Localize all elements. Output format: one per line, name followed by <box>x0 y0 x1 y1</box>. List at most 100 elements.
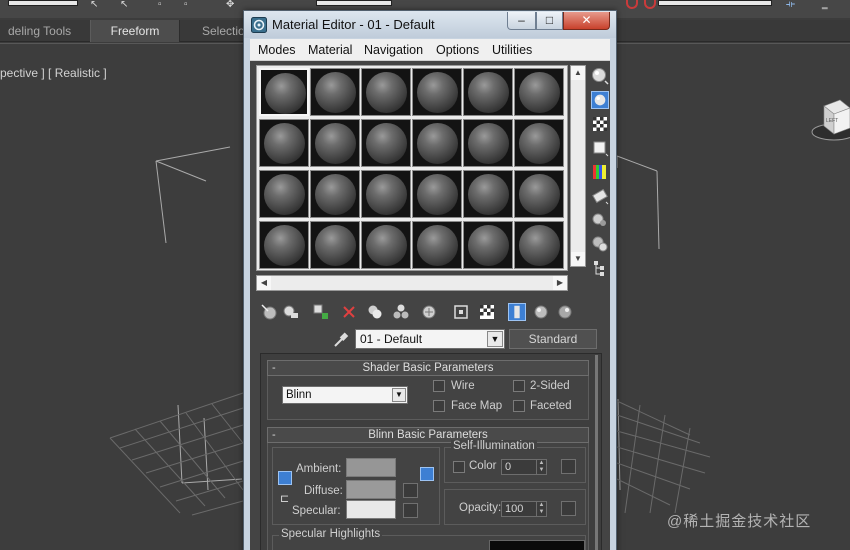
video-color-check-icon[interactable] <box>591 163 609 181</box>
get-material-icon[interactable] <box>260 303 278 321</box>
menu-options[interactable]: Options <box>434 39 481 61</box>
sample-slot[interactable] <box>361 221 411 269</box>
opacity-spinner[interactable]: 100 ▲ ▼ <box>501 501 547 517</box>
show-shaded-material-in-viewport-icon[interactable] <box>478 303 496 321</box>
put-material-to-scene-icon[interactable] <box>282 303 300 321</box>
3dsmax-app-icon[interactable] <box>251 17 267 33</box>
self-illumination-map-button[interactable] <box>561 459 576 474</box>
menu-utilities[interactable]: Utilities <box>490 39 534 61</box>
scroll-up-arrow-icon[interactable]: ▲ <box>571 66 585 80</box>
self-illumination-spinner[interactable]: 0 ▲ ▼ <box>501 459 547 475</box>
material-type-button[interactable]: Standard <box>509 329 597 349</box>
select-cursor-icon[interactable]: ↖ <box>90 0 102 10</box>
put-to-library-icon[interactable] <box>420 303 438 321</box>
select-by-material-icon[interactable] <box>591 235 609 253</box>
sample-slot[interactable] <box>310 68 360 116</box>
make-unique-icon[interactable] <box>392 303 410 321</box>
menu-modes[interactable]: Modes <box>256 39 298 61</box>
opacity-map-button[interactable] <box>561 501 576 516</box>
lock-ambient-diffuse-icon[interactable] <box>278 471 292 485</box>
background-checker-icon[interactable] <box>591 115 609 133</box>
make-preview-icon[interactable] <box>591 187 609 205</box>
tab-modeling-tools[interactable]: deling Tools <box>0 20 81 42</box>
assign-material-to-selection-icon[interactable] <box>312 303 330 321</box>
shader-type-dropdown[interactable]: Blinn ▼ <box>282 386 408 404</box>
wire-checkbox[interactable] <box>433 380 445 392</box>
sample-slot[interactable] <box>514 170 564 218</box>
sample-slot[interactable] <box>514 119 564 167</box>
sample-slot[interactable] <box>361 119 411 167</box>
minimize-button[interactable]: – <box>507 12 536 30</box>
go-to-parent-icon[interactable] <box>532 303 550 321</box>
options-icon[interactable] <box>591 211 609 229</box>
reset-map-icon[interactable] <box>340 303 358 321</box>
chevron-down-icon[interactable]: ▼ <box>487 331 503 347</box>
region-select-icon[interactable]: ▫ <box>158 0 170 10</box>
scroll-right-arrow-icon[interactable]: ▶ <box>553 276 567 290</box>
sample-slot[interactable] <box>412 68 462 116</box>
spinner-arrows-icon[interactable]: ▲ ▼ <box>536 502 546 516</box>
reference-coordinate-field[interactable] <box>316 0 392 6</box>
sample-uv-tiling-icon[interactable] <box>591 139 609 157</box>
sample-slot[interactable] <box>310 170 360 218</box>
angle-snap-icon[interactable] <box>644 0 656 9</box>
material-map-navigator-icon[interactable] <box>591 259 609 277</box>
vertical-scrollbar[interactable]: ▲ ▼ <box>570 65 586 267</box>
collapse-icon[interactable]: - <box>272 428 276 442</box>
scroll-left-arrow-icon[interactable]: ◀ <box>257 276 271 290</box>
snap-icon[interactable] <box>626 0 638 9</box>
selection-set-field[interactable] <box>8 0 78 6</box>
eyedropper-icon[interactable] <box>332 331 350 349</box>
shader-rollout-header[interactable]: - Shader Basic Parameters <box>267 360 589 376</box>
sample-slot[interactable] <box>310 119 360 167</box>
sample-slot[interactable] <box>463 119 513 167</box>
sample-slot[interactable] <box>259 68 309 116</box>
move-icon[interactable]: ✥ <box>226 0 238 10</box>
sample-slot[interactable] <box>463 170 513 218</box>
material-name-field[interactable]: 01 - Default ▼ <box>355 329 505 349</box>
window-crossing-icon[interactable]: ▫ <box>184 0 196 10</box>
select-by-name-icon[interactable]: ↖ <box>120 0 132 10</box>
show-end-result-icon[interactable] <box>508 303 526 321</box>
sample-slot[interactable] <box>412 170 462 218</box>
lock-icon[interactable] <box>420 467 434 481</box>
sample-slot[interactable] <box>463 221 513 269</box>
sample-slot[interactable] <box>412 119 462 167</box>
link-bracket-icon[interactable]: ⊏ <box>280 493 292 505</box>
diffuse-map-button[interactable] <box>403 483 418 498</box>
sample-slot[interactable] <box>361 170 411 218</box>
named-selection-field[interactable] <box>658 0 772 6</box>
make-material-copy-icon[interactable] <box>366 303 384 321</box>
sample-slot[interactable] <box>310 221 360 269</box>
material-id-channel-icon[interactable] <box>452 303 470 321</box>
viewcube-icon[interactable]: LEFT <box>806 96 850 148</box>
faceted-checkbox[interactable] <box>513 400 525 412</box>
sample-slot[interactable] <box>412 221 462 269</box>
go-forward-to-sibling-icon[interactable] <box>556 303 574 321</box>
sample-slot[interactable] <box>361 68 411 116</box>
backlight-icon[interactable] <box>591 91 609 109</box>
blinn-rollout-header[interactable]: - Blinn Basic Parameters <box>267 427 589 443</box>
sample-type-sphere-icon[interactable] <box>591 67 609 85</box>
diffuse-color-swatch[interactable] <box>346 480 396 499</box>
title-bar[interactable]: Material Editor - 01 - Default – □ ✕ <box>244 11 616 38</box>
sample-slot[interactable] <box>463 68 513 116</box>
sample-slot[interactable] <box>514 68 564 116</box>
ambient-color-swatch[interactable] <box>346 458 396 477</box>
two-sided-checkbox[interactable] <box>513 380 525 392</box>
scroll-down-arrow-icon[interactable]: ▼ <box>571 252 585 266</box>
collapse-icon[interactable]: - <box>272 361 276 375</box>
self-illumination-color-checkbox[interactable] <box>453 461 465 473</box>
menu-navigation[interactable]: Navigation <box>362 39 425 61</box>
tab-freeform[interactable]: Freeform <box>90 20 180 42</box>
align-icon[interactable]: ‗ <box>822 0 834 10</box>
close-button[interactable]: ✕ <box>563 12 610 30</box>
sample-slot[interactable] <box>259 221 309 269</box>
maximize-button[interactable]: □ <box>536 12 563 30</box>
specular-map-button[interactable] <box>403 503 418 518</box>
spinner-arrows-icon[interactable]: ▲ ▼ <box>536 460 546 474</box>
mirror-icon[interactable]: ⟛ <box>786 0 798 10</box>
face-map-checkbox[interactable] <box>433 400 445 412</box>
sample-slot[interactable] <box>259 119 309 167</box>
parameters-scrollbar[interactable] <box>595 355 598 550</box>
